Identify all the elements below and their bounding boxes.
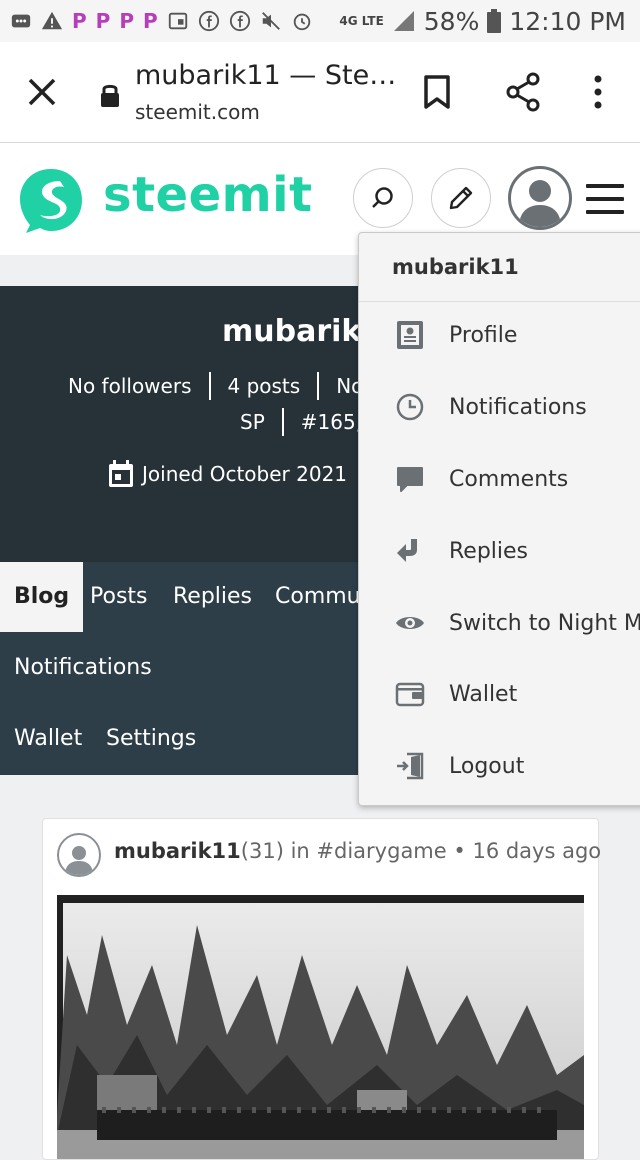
lock-icon [101,84,119,107]
dropdown-username: mubarik11 [392,255,519,279]
app-p-icon: P [95,9,111,33]
tab-title[interactable]: mubarik11 — Ste… [135,60,396,91]
network-type: 4G LTE [339,14,384,28]
post-age[interactable]: 16 days ago [472,839,601,863]
more-menu-icon[interactable] [590,74,606,110]
wallet-icon [395,682,425,707]
bookmark-icon[interactable] [422,74,452,110]
browser-toolbar: mubarik11 — Ste… steemit.com [0,42,640,143]
compose-button[interactable] [431,168,491,228]
avatar-icon [519,180,561,227]
app-p-icon: P [119,9,135,33]
hamburger-menu-icon[interactable] [586,184,624,214]
avatar-icon [65,846,93,875]
calendar-icon [109,460,133,487]
post-thumbnail-image[interactable] [57,895,584,1159]
post-in-label: in [290,839,310,863]
tab-notifications[interactable]: Notifications [0,633,166,703]
profile-stats-secondary: SP #165,5 [240,408,375,436]
tab-posts[interactable]: Posts [76,562,162,632]
app-p-icon: P [143,9,158,33]
eye-icon [396,617,424,629]
menu-item-profile[interactable]: Profile [359,305,640,365]
battery-percent: 58% [423,6,480,36]
post-meta: mubarik11(31) in #diarygame • 16 days ag… [114,839,601,863]
search-button[interactable] [353,168,413,228]
menu-item-label: Replies [449,538,529,564]
menu-item-notifications[interactable]: Notifications [359,377,640,437]
screenshot-icon [168,12,187,30]
battery-icon [487,9,502,33]
steem-power: SP [240,410,265,434]
menu-item-comments[interactable]: Comments [359,449,640,509]
menu-item-label: Profile [449,322,518,348]
alarm-icon [293,13,310,31]
signal-icon [393,11,414,31]
menu-item-logout[interactable]: Logout [359,736,640,796]
dropdown-divider [359,301,640,302]
user-dropdown-menu: mubarik11 Profile Notifications Comments… [358,232,640,806]
post-card[interactable]: mubarik11(31) in #diarygame • 16 days ag… [42,818,601,1160]
post-tag[interactable]: #diarygame [316,839,446,863]
followers-count[interactable]: No followers [68,374,192,398]
facebook-icon [229,10,250,32]
post-author[interactable]: mubarik11 [114,839,241,863]
divider [208,372,211,400]
divider [317,372,320,400]
pencil-icon [449,186,473,210]
posts-count[interactable]: 4 posts [228,374,301,398]
divider [281,408,284,436]
post-author-avatar[interactable] [57,833,101,877]
reply-icon [397,539,417,562]
mute-icon [261,12,280,30]
menu-item-label: Wallet [449,681,518,707]
logout-icon [397,752,424,780]
close-icon[interactable] [24,74,60,110]
menu-item-label: Logout [449,753,525,779]
steemit-logo-icon[interactable] [16,165,86,235]
user-avatar-button[interactable] [508,166,572,230]
messages-icon [11,14,31,28]
clock-time: 12:10 PM [509,6,626,36]
tab-replies[interactable]: Replies [159,562,266,632]
clock-icon [396,393,424,421]
warning-icon [41,11,63,30]
menu-item-label: Notifications [449,394,587,420]
tab-blog[interactable]: Blog [0,562,84,632]
tab-wallet[interactable]: Wallet [0,704,96,774]
menu-item-label: Comments [449,466,569,492]
comment-icon [397,467,423,492]
facebook-icon [198,10,219,32]
tab-settings[interactable]: Settings [92,704,210,774]
menu-item-wallet[interactable]: Wallet [359,664,640,724]
joined-text: Joined October 2021 [142,462,348,486]
profile-icon [397,321,423,349]
joined-date: Joined October 2021 [108,460,347,488]
status-bar: P P P P 4G LTE 58% 12:10 PM [0,0,640,42]
menu-item-replies[interactable]: Replies [359,521,640,581]
author-reputation: (31) [240,839,284,863]
menu-item-night-mode[interactable]: Switch to Night Mo [359,593,640,653]
meta-separator: • [453,839,466,863]
steemit-logo-text[interactable]: steemit [103,167,313,223]
url-domain[interactable]: steemit.com [135,100,260,124]
search-icon [372,187,393,208]
app-p-icon: P [72,9,87,33]
menu-item-label: Switch to Night Mo [449,610,640,636]
share-icon[interactable] [505,72,541,112]
profile-stats: No followers 4 posts Not [68,372,371,400]
